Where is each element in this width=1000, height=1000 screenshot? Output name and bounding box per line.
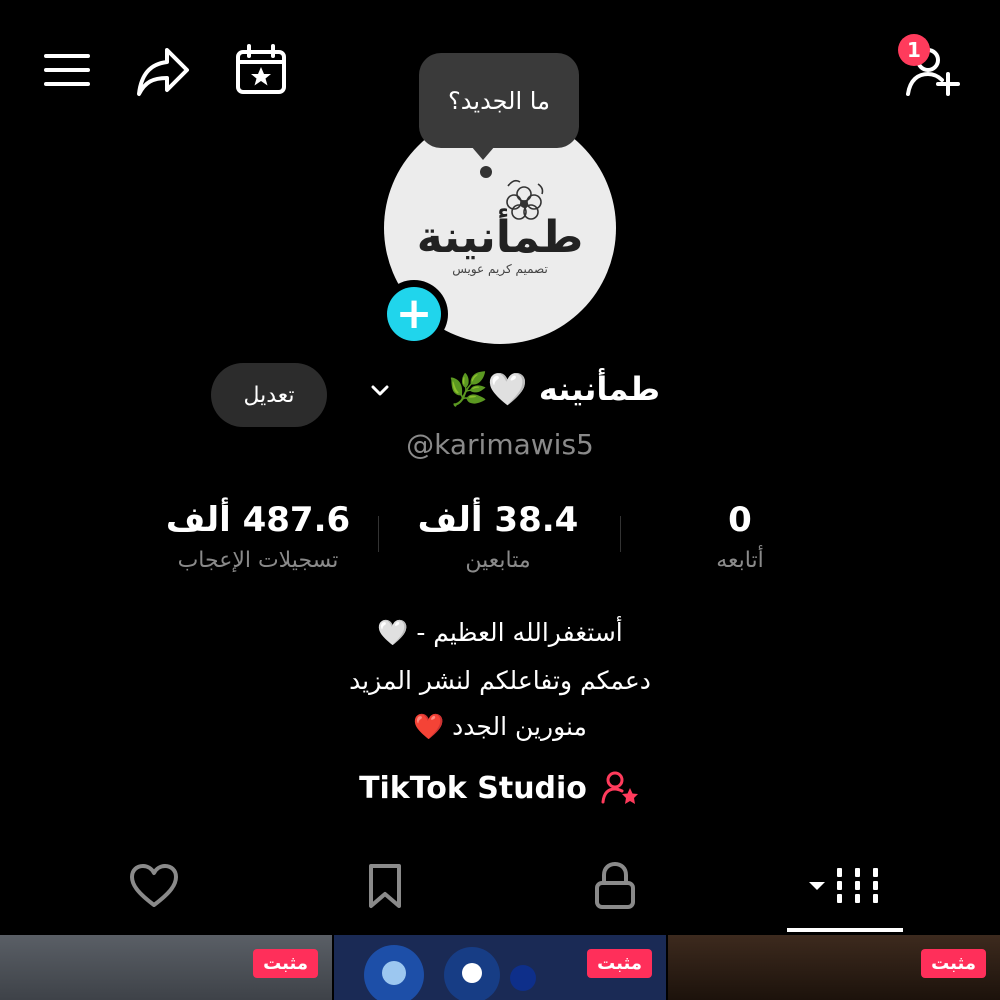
following-count: 0	[728, 500, 752, 540]
stat-following[interactable]: 0 أتابعه	[620, 500, 860, 573]
studio-label: TikTok Studio	[359, 770, 587, 806]
logo-subtext: تصميم كريم عويس	[452, 262, 548, 276]
thumbnail-graphic	[462, 963, 482, 983]
video-thumbnail[interactable]: مثبت	[0, 935, 332, 1000]
followers-label: متابعين	[465, 548, 531, 573]
video-thumbnail[interactable]: مثبت	[334, 935, 666, 1000]
pinned-badge: مثبت	[921, 949, 986, 978]
stat-likes[interactable]: 487.6 ألف تسجيلات الإعجاب	[138, 500, 378, 573]
creator-star-icon	[601, 771, 638, 804]
thumbnail-graphic	[510, 965, 536, 991]
menu-icon[interactable]	[40, 48, 92, 92]
plus-icon: +	[387, 287, 441, 341]
add-friend-button[interactable]: 1	[898, 34, 962, 98]
followers-count: 38.4 ألف	[417, 500, 579, 540]
share-icon[interactable]	[133, 44, 193, 100]
tooltip-tail	[471, 146, 495, 160]
whats-new-tooltip[interactable]: ما الجديد؟	[419, 53, 579, 148]
tab-liked[interactable]	[126, 860, 182, 912]
grid-icon	[809, 868, 878, 903]
video-thumbnail[interactable]: مثبت	[668, 935, 1000, 1000]
tooltip-dot	[480, 166, 492, 178]
calendar-star-icon[interactable]	[233, 42, 291, 98]
pinned-badge: مثبت	[587, 949, 652, 978]
logo-text: طمأنينة	[416, 212, 584, 263]
tab-videos[interactable]	[805, 860, 885, 912]
edit-profile-button[interactable]: تعديل	[211, 363, 327, 427]
bookmark-icon	[369, 864, 401, 908]
likes-count: 487.6 ألف	[165, 500, 351, 540]
username: @karimawis5	[406, 428, 594, 461]
tab-saved[interactable]	[357, 860, 413, 912]
bio-line: منورين الجدد ❤️	[413, 712, 587, 741]
tiktok-studio-link[interactable]: TikTok Studio	[340, 768, 660, 808]
bio-line: أستغفرالله العظيم - 🤍	[377, 618, 623, 647]
tab-private[interactable]	[587, 860, 643, 912]
bio-line: دعمكم وتفاعلكم لنشر المزيد	[349, 666, 651, 695]
add-story-button[interactable]: +	[380, 280, 448, 348]
following-label: أتابعه	[716, 548, 764, 573]
display-name: طمأنينه 🤍🌿	[448, 370, 660, 408]
pinned-badge: مثبت	[253, 949, 318, 978]
chevron-down-icon[interactable]	[370, 384, 390, 398]
lock-icon	[595, 861, 635, 909]
notification-badge: 1	[898, 34, 930, 66]
stat-followers[interactable]: 38.4 ألف متابعين	[378, 500, 618, 573]
active-tab-indicator	[787, 928, 903, 932]
likes-label: تسجيلات الإعجاب	[177, 548, 339, 573]
heart-icon	[130, 864, 178, 907]
thumbnail-graphic	[382, 961, 406, 985]
